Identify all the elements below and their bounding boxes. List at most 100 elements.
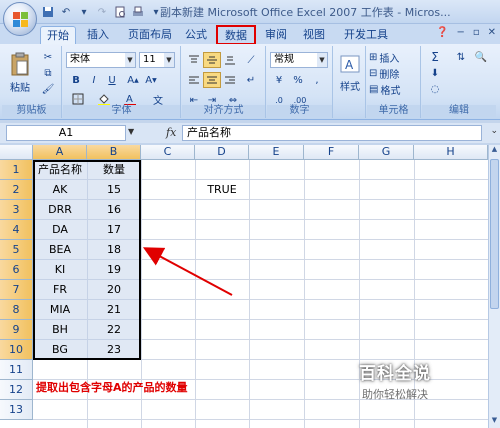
vertical-scrollbar[interactable]: ▲ ▼ [488, 145, 500, 428]
find-select-icon[interactable]: 🔍 [472, 50, 490, 64]
bold-button[interactable]: B [67, 72, 85, 88]
align-center-icon[interactable] [203, 72, 221, 88]
align-bottom-icon[interactable] [221, 52, 239, 68]
currency-button[interactable]: ¥ [270, 72, 288, 88]
row-header[interactable]: 2 [0, 180, 33, 200]
cell-d2[interactable]: TRUE [195, 180, 249, 200]
row-header[interactable]: 7 [0, 280, 33, 300]
undo-icon[interactable]: ↶ [58, 4, 74, 20]
select-all-corner[interactable] [0, 145, 33, 160]
styles-icon[interactable]: A [338, 52, 362, 76]
font-size-combo[interactable]: 11 ▼ [139, 52, 175, 68]
tab-developer[interactable]: 开发工具 [338, 26, 394, 44]
cell-a2[interactable]: AK [33, 180, 87, 200]
fill-color-icon[interactable] [93, 92, 115, 106]
minimize-icon[interactable]: − [456, 27, 464, 38]
cell-b6[interactable]: 19 [87, 260, 141, 280]
column-header-e[interactable]: E [249, 145, 304, 160]
paste-button[interactable]: 粘贴 [6, 80, 34, 94]
borders-icon[interactable] [67, 92, 89, 106]
chevron-down-icon[interactable]: ▼ [125, 53, 135, 67]
tab-view[interactable]: 视图 [298, 26, 330, 44]
cell-b8[interactable]: 21 [87, 300, 141, 320]
cell-b10[interactable]: 23 [87, 340, 141, 360]
tab-home[interactable]: 开始 [40, 26, 76, 44]
column-header-d[interactable]: D [195, 145, 249, 160]
scroll-up-icon[interactable]: ▲ [489, 145, 500, 157]
format-cells-button[interactable]: ▤ 格式 [369, 82, 419, 97]
close-icon[interactable]: ✕ [488, 27, 496, 38]
styles-button[interactable]: 样式 [334, 78, 366, 93]
cell-a7[interactable]: FR [33, 280, 87, 300]
cell-a6[interactable]: KI [33, 260, 87, 280]
phonetic-button[interactable]: 文 [147, 92, 169, 107]
column-header-g[interactable]: G [359, 145, 414, 160]
name-box[interactable]: A1 [6, 125, 126, 141]
row-header[interactable]: 8 [0, 300, 33, 320]
insert-cells-button[interactable]: ⊞ 插入 [369, 50, 419, 65]
cell-b2[interactable]: 15 [87, 180, 141, 200]
print-preview-icon[interactable] [112, 4, 128, 20]
wrap-text-icon[interactable]: ↵ [242, 72, 260, 88]
column-header-a[interactable]: A [33, 145, 87, 160]
namebox-dropdown-icon[interactable]: ▼ [128, 127, 134, 136]
worksheet-grid[interactable]: A B C D E F G H 1 2 3 4 5 6 7 8 9 10 11 … [0, 145, 500, 428]
scroll-thumb[interactable] [490, 159, 499, 309]
insert-function-button[interactable]: fx [166, 126, 176, 139]
cell-a3[interactable]: DRR [33, 200, 87, 220]
instruction-text[interactable]: 提取出包含字母A的产品的数量 [36, 379, 188, 395]
undo-dropdown-icon[interactable]: ▾ [76, 4, 92, 20]
cell-a9[interactable]: BH [33, 320, 87, 340]
underline-button[interactable]: U [103, 72, 121, 88]
cell-a5[interactable]: BEA [33, 240, 87, 260]
align-middle-icon[interactable] [203, 52, 221, 68]
scroll-down-icon[interactable]: ▼ [489, 416, 500, 428]
chevron-down-icon[interactable]: ▼ [164, 53, 174, 67]
row-header[interactable]: 10 [0, 340, 33, 360]
row-header[interactable]: 11 [0, 360, 33, 380]
format-painter-icon[interactable]: 🖌 [40, 82, 56, 96]
cell-a10[interactable]: BG [33, 340, 87, 360]
delete-cells-button[interactable]: ⊟ 删除 [369, 66, 419, 81]
row-header[interactable]: 4 [0, 220, 33, 240]
restore-icon[interactable]: ▫ [473, 27, 480, 38]
column-header-f[interactable]: F [304, 145, 359, 160]
row-header[interactable]: 13 [0, 400, 33, 420]
tab-page-layout[interactable]: 页面布局 [124, 26, 176, 44]
redo-icon[interactable]: ↷ [94, 4, 110, 20]
number-format-combo[interactable]: 常规 ▼ [270, 52, 328, 68]
office-button[interactable] [3, 2, 37, 36]
cell-b7[interactable]: 20 [87, 280, 141, 300]
sort-filter-icon[interactable]: ⇅ [452, 50, 470, 64]
tab-formulas[interactable]: 公式 [180, 26, 212, 44]
formula-input[interactable]: 产品名称 [182, 125, 482, 141]
cell-b1[interactable]: 数量 [87, 160, 141, 180]
row-header[interactable]: 1 [0, 160, 33, 180]
align-left-icon[interactable] [185, 72, 203, 88]
align-right-icon[interactable] [221, 72, 239, 88]
orientation-icon[interactable]: ⟋ [242, 52, 260, 68]
font-shrink-icon[interactable]: A ▼ [143, 73, 159, 87]
row-header[interactable]: 12 [0, 380, 33, 400]
row-header[interactable]: 5 [0, 240, 33, 260]
italic-button[interactable]: I [85, 72, 103, 88]
chevron-down-icon[interactable]: ▼ [317, 53, 327, 67]
cell-b3[interactable]: 16 [87, 200, 141, 220]
cell-b4[interactable]: 17 [87, 220, 141, 240]
cell-b9[interactable]: 22 [87, 320, 141, 340]
cell-b5[interactable]: 18 [87, 240, 141, 260]
quick-print-icon[interactable] [130, 4, 146, 20]
row-header[interactable]: 3 [0, 200, 33, 220]
column-header-b[interactable]: B [87, 145, 141, 160]
fill-icon[interactable]: ⬇ [426, 66, 444, 80]
tab-data[interactable]: 数据 [216, 25, 256, 45]
clear-icon[interactable]: ◌ [426, 82, 444, 96]
cell-a1[interactable]: 产品名称 [33, 160, 87, 180]
align-top-icon[interactable] [185, 52, 203, 68]
column-header-h[interactable]: H [414, 145, 488, 160]
cell-a8[interactable]: MIA [33, 300, 87, 320]
comma-button[interactable]: , [308, 72, 326, 88]
row-header[interactable]: 9 [0, 320, 33, 340]
percent-button[interactable]: % [289, 72, 307, 88]
paste-icon[interactable] [6, 50, 34, 80]
